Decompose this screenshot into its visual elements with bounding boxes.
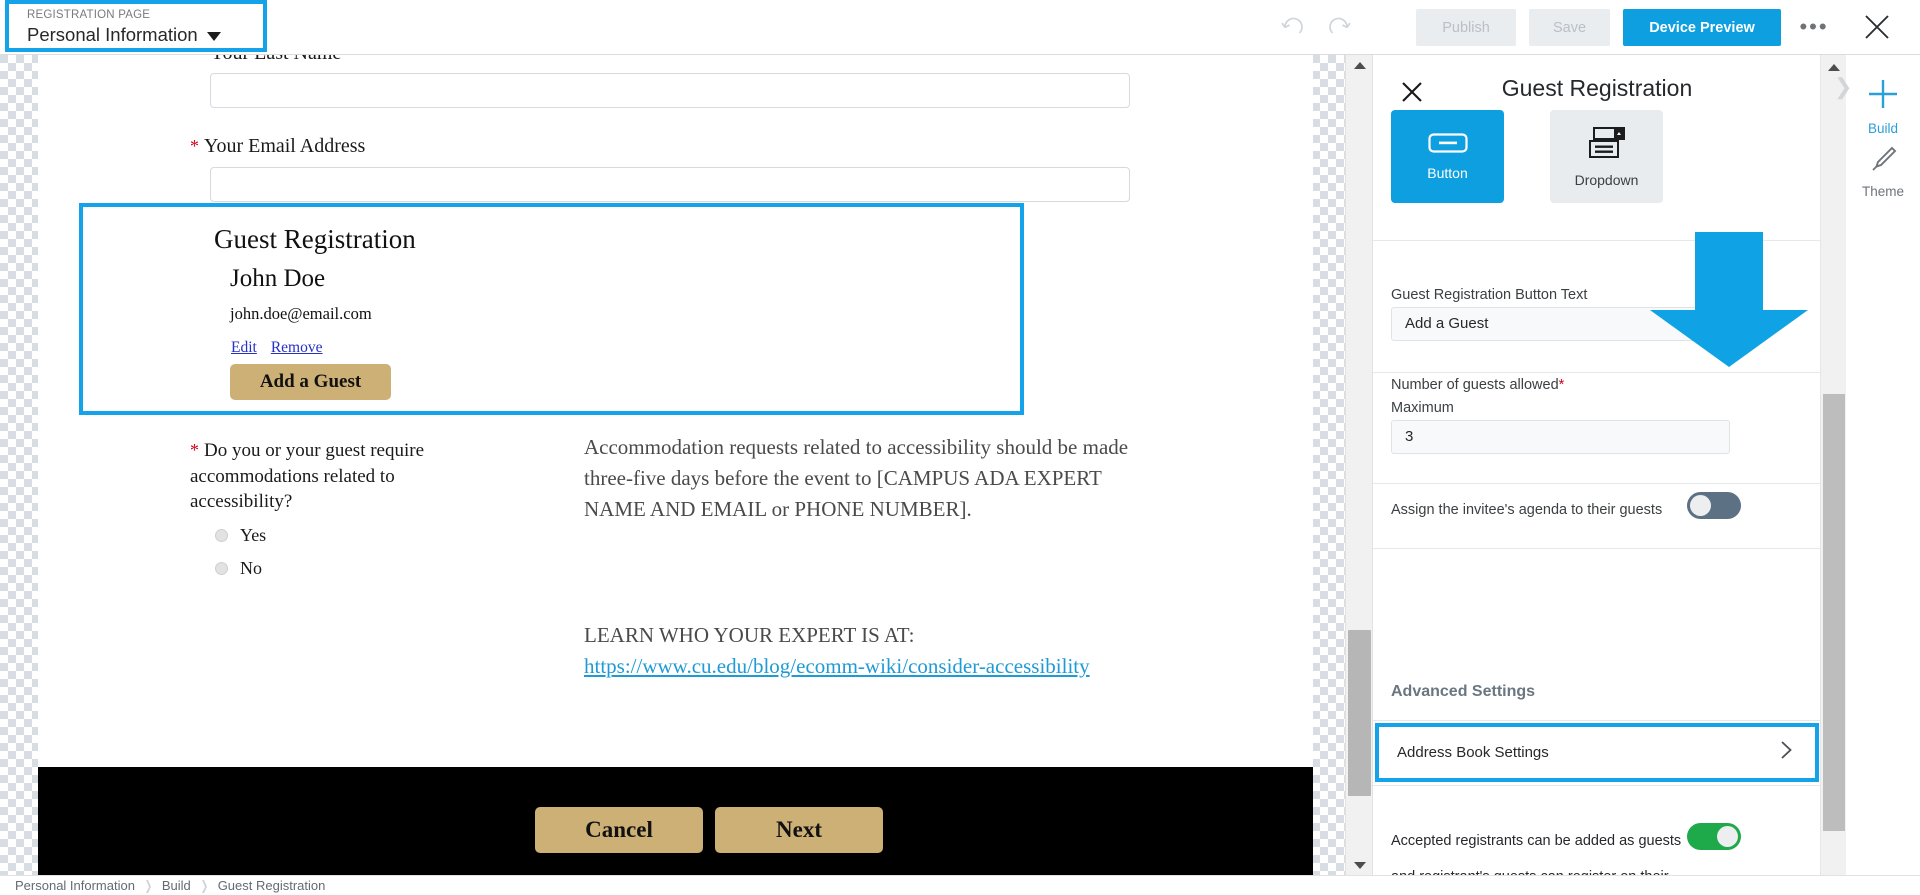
type-card-dropdown[interactable]: Dropdown	[1550, 110, 1663, 203]
panel-scrollbar-thumb[interactable]	[1823, 394, 1845, 831]
assign-agenda-toggle-knob	[1690, 495, 1711, 516]
publish-button[interactable]: Publish	[1416, 9, 1516, 46]
guests-allowed-label: Number of guests allowed*	[1391, 377, 1564, 393]
canvas-scrollbar[interactable]	[1345, 55, 1372, 875]
close-editor-icon[interactable]	[1858, 8, 1896, 46]
save-button[interactable]: Save	[1529, 9, 1610, 46]
button-text-label: Guest Registration Button Text	[1391, 287, 1588, 303]
next-button[interactable]: Next	[715, 807, 883, 853]
guest-name: John Doe	[230, 265, 326, 292]
canvas-scroll-up-icon[interactable]	[1346, 55, 1373, 75]
page-selector-dropdown[interactable]: REGISTRATION PAGE Personal Information	[5, 0, 267, 52]
maximum-guests-input[interactable]: 3	[1391, 420, 1730, 454]
remove-guest-link[interactable]: Remove	[271, 339, 323, 356]
type-card-button-label: Button	[1427, 164, 1468, 181]
panel-divider-5	[1373, 720, 1820, 721]
radio-option-yes[interactable]: Yes	[215, 523, 470, 549]
radio-yes-label: Yes	[240, 524, 267, 545]
radio-yes-icon[interactable]	[215, 528, 228, 542]
email-label: * Your Email Address	[190, 135, 365, 158]
breadcrumb-item-personal-information[interactable]: Personal Information	[9, 878, 141, 893]
chevron-down-icon[interactable]	[206, 32, 221, 41]
rail-item-build[interactable]: Build	[1846, 77, 1920, 136]
dropdown-icon	[1588, 126, 1626, 165]
rail-build-label: Build	[1867, 121, 1899, 136]
assign-agenda-label: Assign the invitee's agenda to their gue…	[1391, 502, 1663, 518]
last-name-input[interactable]	[210, 73, 1130, 108]
plus-icon	[1866, 77, 1900, 116]
breadcrumb-separator: ❯	[144, 877, 153, 893]
rail-item-theme[interactable]: Theme	[1846, 144, 1920, 199]
learn-expert-block: LEARN WHO YOUR EXPERT IS AT: https://www…	[584, 620, 1144, 682]
panel-divider-2	[1373, 372, 1820, 373]
breadcrumb: Personal Information ❯ Build ❯ Guest Reg…	[0, 875, 1920, 895]
learn-expert-label: LEARN WHO YOUR EXPERT IS AT:	[584, 623, 915, 647]
page-selector-row: Personal Information	[27, 22, 253, 48]
device-preview-button[interactable]: Device Preview	[1623, 9, 1781, 46]
chevron-right-icon	[1780, 740, 1793, 766]
advanced-settings-heading: Advanced Settings	[1391, 683, 1536, 700]
accepted-registrants-toggle[interactable]	[1687, 823, 1741, 850]
breadcrumb-item-guest-registration[interactable]: Guest Registration	[212, 878, 332, 893]
guest-registration-block[interactable]: Guest Registration John Doe john.doe@ema…	[79, 203, 1024, 415]
assign-agenda-toggle[interactable]	[1687, 492, 1741, 519]
last-name-label: Your Last Name	[210, 55, 341, 65]
accessibility-question-text: Do you or your guest require accommodati…	[190, 440, 425, 512]
guest-actions: Edit Remove	[231, 339, 337, 357]
guest-registration-settings-panel: Guest Registration Button Dropdown Guest…	[1372, 55, 1820, 895]
edit-guest-link[interactable]: Edit	[231, 339, 257, 356]
breadcrumb-item-build[interactable]: Build	[156, 878, 197, 893]
accessibility-url-link[interactable]: https://www.cu.edu/blog/ecomm-wiki/consi…	[584, 654, 1090, 678]
more-options-icon[interactable]: •••	[1795, 8, 1833, 46]
rail-theme-label: Theme	[1861, 184, 1905, 199]
registration-form-page: Your Last Name *Your Email Address Guest…	[38, 55, 1313, 875]
guests-allowed-required-star: *	[1558, 377, 1565, 393]
accessibility-required-star: *	[190, 440, 199, 460]
add-a-guest-button[interactable]: Add a Guest	[230, 364, 391, 400]
page-name-label: Personal Information	[27, 24, 198, 45]
top-toolbar: REGISTRATION PAGE Personal Information P…	[0, 0, 1920, 55]
address-book-settings-row[interactable]: Address Book Settings	[1375, 723, 1819, 782]
page-kicker: REGISTRATION PAGE	[27, 9, 151, 21]
email-required-star: *	[190, 136, 199, 156]
panel-divider-1	[1373, 240, 1820, 241]
button-icon	[1427, 132, 1468, 158]
canvas-scroll-down-icon[interactable]	[1346, 855, 1373, 875]
panel-title: Guest Registration	[1501, 75, 1693, 101]
accessibility-question: * Do you or your guest require accommodat…	[190, 438, 470, 582]
email-input[interactable]	[210, 167, 1130, 202]
accommodation-text: Accommodation requests related to access…	[584, 435, 1129, 521]
radio-option-no[interactable]: No	[215, 556, 470, 582]
guest-registration-title: Guest Registration	[214, 224, 416, 254]
type-card-dropdown-label: Dropdown	[1574, 171, 1639, 188]
undo-icon[interactable]	[1273, 8, 1311, 46]
form-canvas: Your Last Name *Your Email Address Guest…	[0, 55, 1372, 875]
panel-divider-4	[1373, 548, 1820, 549]
radio-no-icon[interactable]	[215, 562, 228, 576]
accepted-registrants-toggle-knob	[1717, 826, 1738, 847]
redo-icon[interactable]	[1321, 8, 1359, 46]
panel-divider-6	[1373, 785, 1820, 786]
address-book-settings-label: Address Book Settings	[1397, 744, 1549, 761]
right-rail: ❯ Build Theme	[1834, 55, 1920, 895]
panel-divider-3	[1373, 483, 1820, 484]
cancel-button[interactable]: Cancel	[535, 807, 703, 853]
type-card-button[interactable]: Button	[1391, 110, 1504, 203]
panel-scrollbar[interactable]	[1820, 55, 1846, 895]
radio-no-label: No	[240, 558, 262, 578]
maximum-label: Maximum	[1391, 400, 1454, 416]
guest-email: john.doe@email.com	[230, 304, 372, 323]
breadcrumb-separator: ❯	[200, 877, 209, 893]
form-footer: Cancel Next	[38, 767, 1313, 875]
paintbrush-icon	[1868, 144, 1898, 179]
guests-allowed-label-text: Number of guests allowed	[1391, 377, 1559, 393]
button-text-input[interactable]: Add a Guest	[1391, 307, 1730, 341]
canvas-scrollbar-thumb[interactable]	[1348, 630, 1371, 796]
email-label-text: Your Email Address	[204, 135, 366, 157]
